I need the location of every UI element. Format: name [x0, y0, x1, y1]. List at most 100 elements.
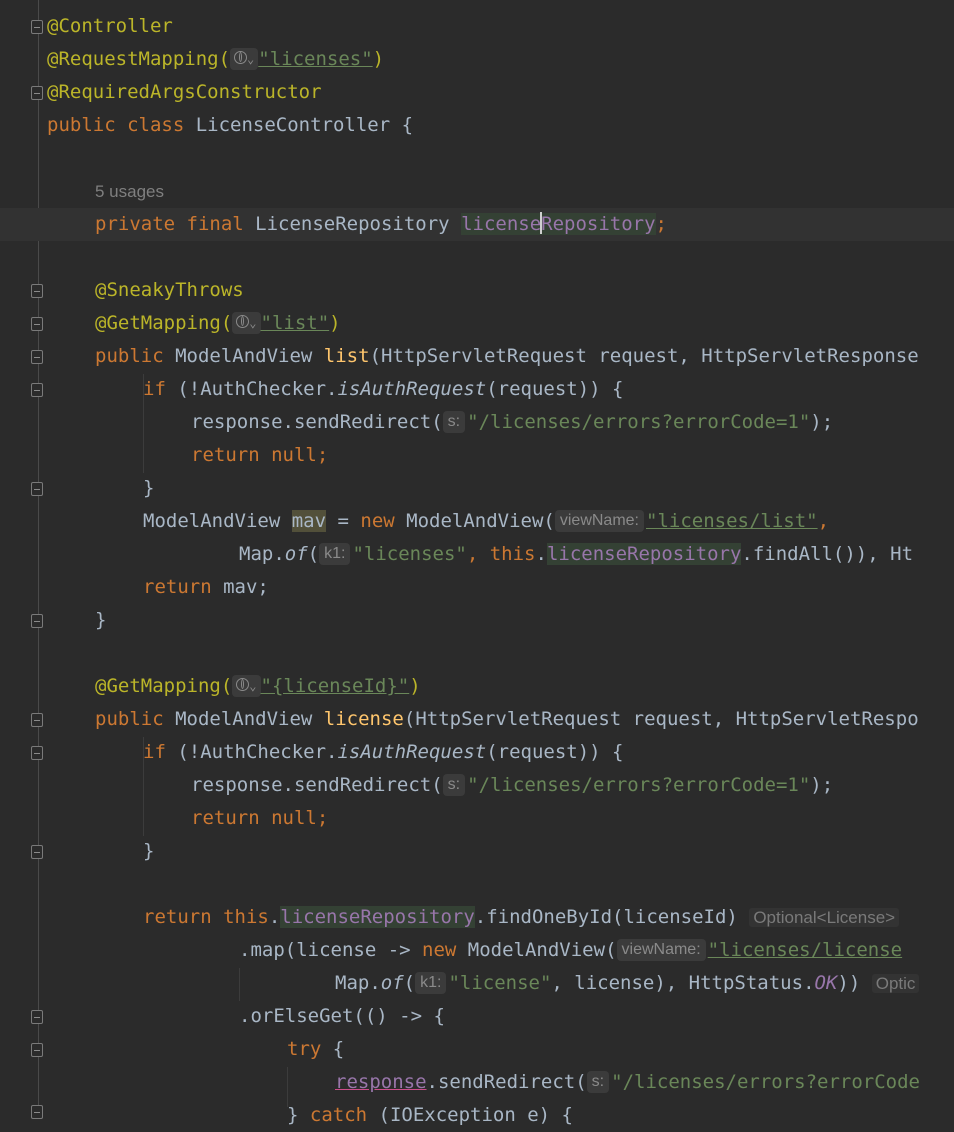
annotation: @GetMapping(: [95, 312, 233, 334]
keyword: try: [287, 1038, 333, 1060]
keyword: new: [360, 510, 407, 532]
code-line: .orElseGet(() -> {: [0, 1000, 954, 1033]
keyword: null;: [271, 807, 329, 829]
keyword: return: [191, 807, 272, 829]
type-name: ModelAndView: [175, 708, 324, 730]
code-line: return this.licenseRepository.findOneByI…: [0, 901, 954, 934]
method-args: (HttpServletRequest request, HttpServlet…: [403, 708, 919, 730]
annotation: @RequestMapping(: [47, 48, 231, 70]
string-literal: "licenses": [352, 543, 467, 565]
code-text: , license), HttpStatus.: [551, 972, 815, 994]
code-line: return mav;: [0, 571, 954, 604]
parameter-hint: k1:: [415, 972, 447, 994]
annotation: @SneakyThrows: [95, 279, 244, 301]
paren: ): [372, 48, 385, 70]
captured-variable: response: [335, 1071, 427, 1093]
string-literal: "/licenses/errors?errorCode=1": [467, 411, 811, 433]
globe-icon: [236, 678, 250, 691]
code-line: response.sendRedirect(s: "/licenses/error…: [0, 1066, 954, 1099]
field-name: licenseRepository: [546, 543, 742, 565]
globe-icon: [236, 315, 250, 328]
type-name: ModelAndView: [143, 510, 292, 532]
code-line: if (!AuthChecker.isAuthRequest(request))…: [0, 373, 954, 406]
static-method: of: [380, 972, 404, 994]
string-literal[interactable]: "list": [261, 312, 330, 334]
string-literal[interactable]: "licenses/license: [708, 939, 902, 961]
code-line: Map.of(k1: "license", license), HttpStatu…: [0, 967, 954, 1000]
static-method: isAuthRequest: [337, 378, 487, 400]
keyword: return: [143, 576, 224, 598]
usages-hint[interactable]: 5 usages: [95, 182, 164, 201]
endpoint-chip[interactable]: ⌄: [232, 312, 261, 334]
code-text: =: [326, 510, 361, 532]
code-line-current: private final LicenseRepository licenseR…: [0, 208, 954, 241]
parameter-hint: k1:: [319, 543, 351, 565]
code-line: return null;: [0, 802, 954, 835]
parameter-hint: s:: [442, 411, 466, 433]
code-line: }: [0, 472, 954, 505]
class-name: LicenseController {: [195, 114, 414, 136]
code-line: Map.of(k1: "licenses", this.licenseReposi…: [0, 538, 954, 571]
static-method: isAuthRequest: [337, 741, 487, 763]
keyword: null;: [271, 444, 329, 466]
code-text: .sendRedirect(: [426, 1071, 587, 1093]
code-text: );: [810, 774, 834, 796]
code-line: public ModelAndView list(HttpServletRequ…: [0, 340, 954, 373]
code-line: }: [0, 835, 954, 868]
endpoint-chip[interactable]: ⌄: [230, 48, 259, 70]
code-line: public class LicenseController {: [0, 109, 954, 142]
parameter-hint: s:: [442, 774, 466, 796]
method-name: license: [323, 708, 404, 730]
parameter-hint: viewName:: [616, 939, 706, 961]
code-text: response.sendRedirect(: [191, 411, 443, 433]
code-text: (: [307, 543, 320, 565]
code-text: .: [535, 543, 547, 565]
code-text: ModelAndView(: [406, 510, 555, 532]
code-text: .findOneById(licenseId): [474, 906, 738, 928]
parameter-hint: s:: [586, 1071, 610, 1093]
string-literal: "/licenses/errors?errorCode: [611, 1071, 920, 1093]
code-text: Map.: [239, 543, 285, 565]
field-name: licenseRepository: [461, 212, 656, 235]
code-text: (request)) {: [486, 741, 624, 763]
code-line: @SneakyThrows: [0, 274, 954, 307]
string-literal[interactable]: "licenses/list": [646, 510, 818, 532]
annotation: @GetMapping(: [95, 675, 233, 697]
type-name: LicenseRepository: [255, 213, 462, 235]
keyword: catch: [309, 1104, 379, 1126]
keyword: if: [143, 741, 178, 763]
type-name: ModelAndView: [175, 345, 324, 367]
code-line: @RequiredArgsConstructor: [0, 76, 954, 109]
code-text: (!AuthChecker.: [177, 378, 338, 400]
code-text: (IOException e) {: [378, 1104, 573, 1126]
field-name-part: license: [461, 213, 542, 235]
keyword: public class: [47, 114, 196, 136]
code-line: .map(license -> new ModelAndView(viewNam…: [0, 934, 954, 967]
code-line: } catch (IOException e) {: [0, 1099, 954, 1132]
code-text: .findAll()), Ht: [741, 543, 914, 565]
code-line: @GetMapping(⌄ "{licenseId}"): [0, 670, 954, 703]
keyword: public: [95, 345, 176, 367]
code-text: )): [837, 972, 861, 994]
variable-name: mav: [291, 510, 327, 532]
code-text: (: [403, 972, 416, 994]
type-inlay-hint: Optic: [871, 974, 920, 993]
code-line: response.sendRedirect(s: "/licenses/error…: [0, 406, 954, 439]
code-line: if (!AuthChecker.isAuthRequest(request))…: [0, 736, 954, 769]
string-literal[interactable]: "licenses": [258, 48, 372, 70]
code-line: @RequestMapping(⌄ "licenses"): [0, 43, 954, 76]
brace: }: [143, 840, 155, 862]
keyword: this: [489, 543, 536, 565]
code-line: 5 usages: [0, 175, 954, 208]
static-method: of: [284, 543, 308, 565]
string-literal[interactable]: "{licenseId}": [261, 675, 410, 697]
code-editor[interactable]: @Controller @RequestMapping(⌄ "licenses")…: [0, 10, 954, 1132]
code-line: response.sendRedirect(s: "/licenses/error…: [0, 769, 954, 802]
keyword: return: [143, 906, 224, 928]
keyword: if: [143, 378, 178, 400]
paren: ): [409, 675, 421, 697]
endpoint-chip[interactable]: ⌄: [232, 675, 261, 697]
code-line: try {: [0, 1033, 954, 1066]
